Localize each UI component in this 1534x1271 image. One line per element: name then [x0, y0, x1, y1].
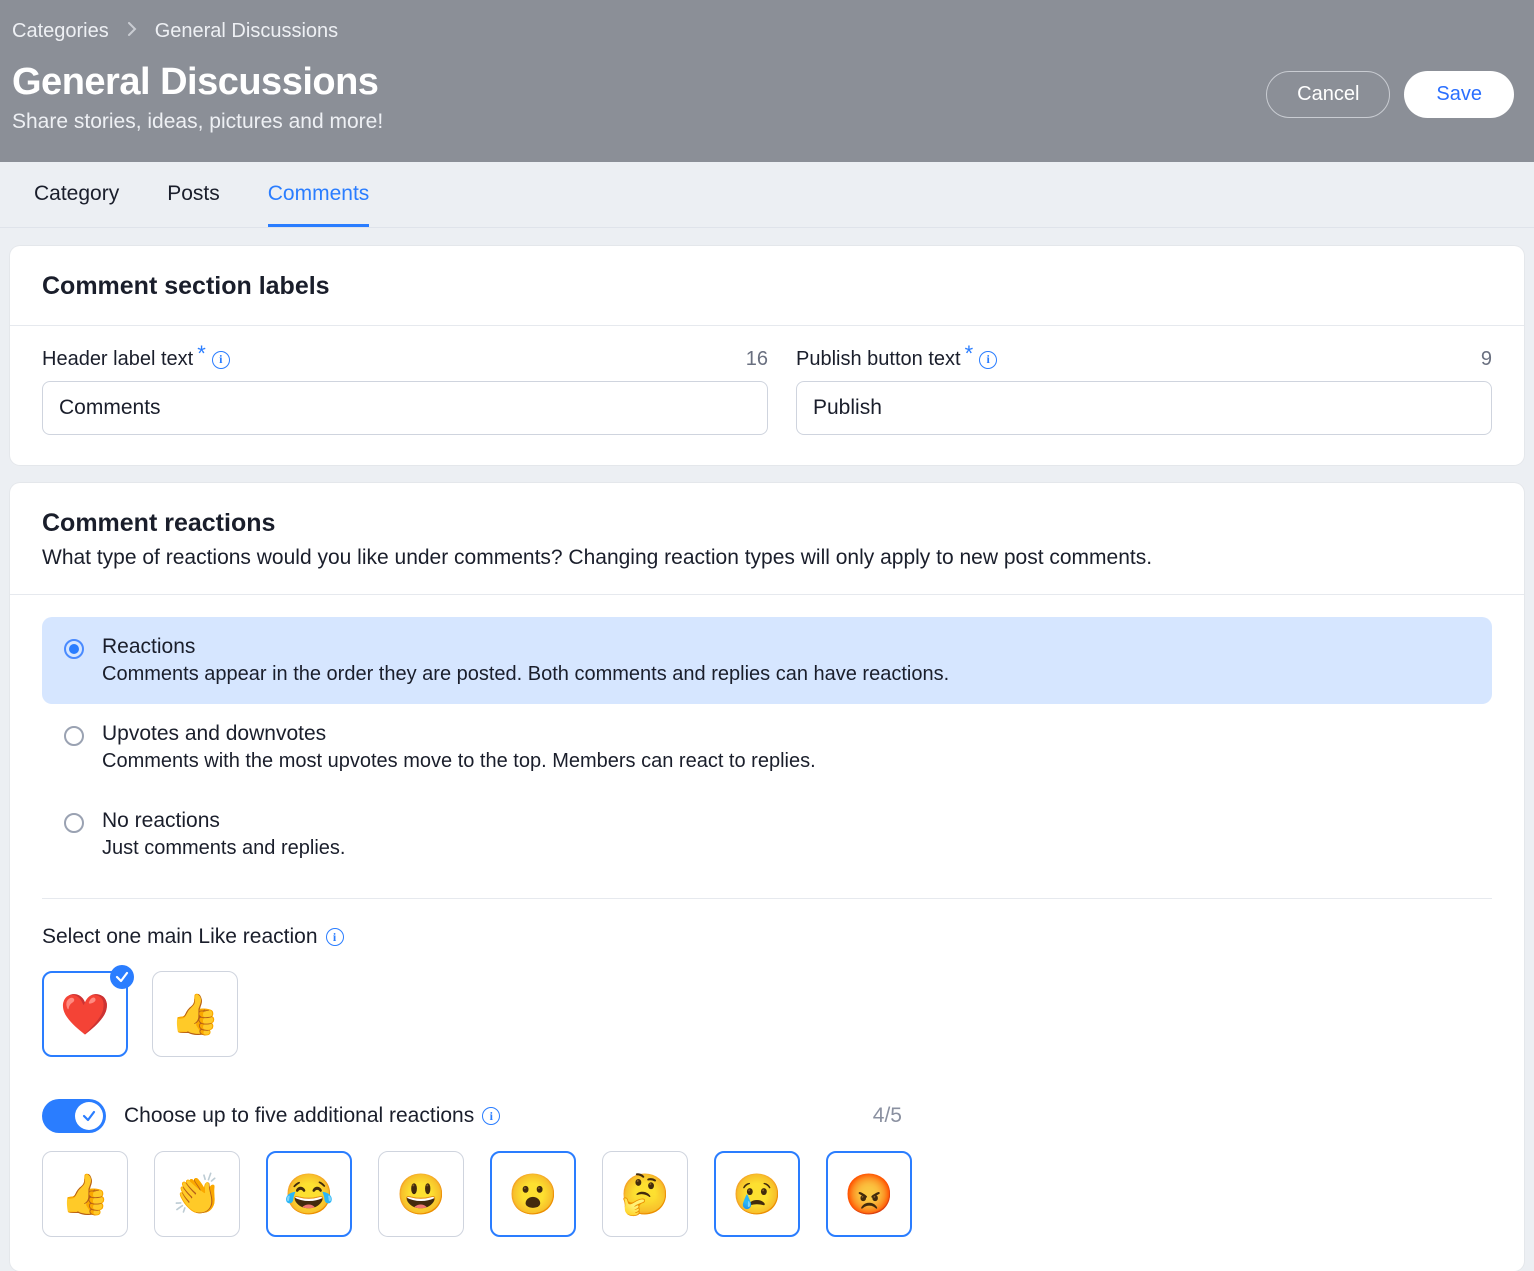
reaction-type-option[interactable]: No reactions Just comments and replies.: [42, 791, 1492, 878]
publish-button-input[interactable]: [796, 381, 1492, 435]
additional-reaction-option-clap[interactable]: 👏: [154, 1151, 240, 1237]
cancel-button[interactable]: Cancel: [1266, 71, 1390, 118]
additional-reaction-option-sad[interactable]: 😢: [714, 1151, 800, 1237]
breadcrumb: Categories General Discussions: [12, 20, 1522, 43]
check-icon: [110, 965, 134, 989]
additional-reaction-option-thinking[interactable]: 🤔: [602, 1151, 688, 1237]
reaction-type-radio-group: Reactions Comments appear in the order th…: [10, 595, 1524, 884]
tab-comments[interactable]: Comments: [268, 162, 370, 227]
radio-icon: [64, 813, 84, 833]
additional-reaction-option-smile[interactable]: 😃: [378, 1151, 464, 1237]
main-like-label: Select one main Like reaction i: [42, 925, 1492, 949]
comment-reactions-panel: Comment reactions What type of reactions…: [10, 483, 1524, 1271]
page-subtitle: Share stories, ideas, pictures and more!: [12, 110, 383, 134]
save-button[interactable]: Save: [1404, 71, 1514, 118]
additional-reactions-toggle[interactable]: [42, 1099, 106, 1133]
smile-icon: 😃: [396, 1171, 446, 1218]
radio-option-title: Reactions: [102, 635, 949, 659]
header-label-input[interactable]: [42, 381, 768, 435]
reactions-title: Comment reactions: [42, 509, 1492, 538]
clap-icon: 👏: [172, 1171, 222, 1218]
radio-option-title: Upvotes and downvotes: [102, 722, 816, 746]
reactions-subtitle: What type of reactions would you like un…: [42, 546, 1492, 570]
tab-category[interactable]: Category: [34, 162, 119, 227]
main-like-option-thumbs-up[interactable]: 👍: [152, 971, 238, 1057]
tab-posts[interactable]: Posts: [167, 162, 220, 227]
radio-option-title: No reactions: [102, 809, 345, 833]
page-title: General Discussions: [12, 61, 383, 104]
page-header: Categories General Discussions General D…: [0, 0, 1534, 162]
info-icon[interactable]: i: [212, 351, 230, 369]
main-like-option-heart[interactable]: ❤️: [42, 971, 128, 1057]
additional-reactions-count: 4/5: [873, 1104, 902, 1128]
breadcrumb-current: General Discussions: [155, 20, 338, 43]
reaction-type-option[interactable]: Reactions Comments appear in the order th…: [42, 617, 1492, 704]
section-title: Comment section labels: [42, 272, 1492, 301]
additional-reaction-option-angry[interactable]: 😡: [826, 1151, 912, 1237]
radio-icon: [64, 639, 84, 659]
additional-reaction-option-laugh[interactable]: 😂: [266, 1151, 352, 1237]
heart-icon: ❤️: [60, 991, 110, 1038]
header-label-text-label: Header label text * i: [42, 348, 230, 371]
thumbs-up-icon: 👍: [60, 1171, 110, 1218]
wow-icon: 😮: [508, 1171, 558, 1218]
info-icon[interactable]: i: [482, 1107, 500, 1125]
comment-section-labels-panel: Comment section labels Header label text…: [10, 246, 1524, 465]
sad-icon: 😢: [732, 1171, 782, 1218]
additional-reaction-option-thumbs-up[interactable]: 👍: [42, 1151, 128, 1237]
radio-icon: [64, 726, 84, 746]
breadcrumb-root[interactable]: Categories: [12, 20, 109, 43]
laugh-icon: 😂: [284, 1171, 334, 1218]
radio-option-desc: Comments appear in the order they are po…: [102, 663, 949, 686]
radio-option-desc: Comments with the most upvotes move to t…: [102, 750, 816, 773]
info-icon[interactable]: i: [979, 351, 997, 369]
info-icon[interactable]: i: [326, 928, 344, 946]
radio-option-desc: Just comments and replies.: [102, 837, 345, 860]
tabs: Category Posts Comments: [0, 162, 1534, 228]
publish-button-text-label: Publish button text * i: [796, 348, 997, 371]
chevron-right-icon: [127, 22, 137, 41]
publish-button-char-count: 9: [1481, 348, 1492, 371]
angry-icon: 😡: [844, 1171, 894, 1218]
additional-reactions-label: Choose up to five additional reactions i: [124, 1104, 500, 1128]
thumbs-up-icon: 👍: [170, 991, 220, 1038]
header-label-char-count: 16: [746, 348, 768, 371]
additional-reaction-option-wow[interactable]: 😮: [490, 1151, 576, 1237]
thinking-icon: 🤔: [620, 1171, 670, 1218]
reaction-type-option[interactable]: Upvotes and downvotes Comments with the m…: [42, 704, 1492, 791]
